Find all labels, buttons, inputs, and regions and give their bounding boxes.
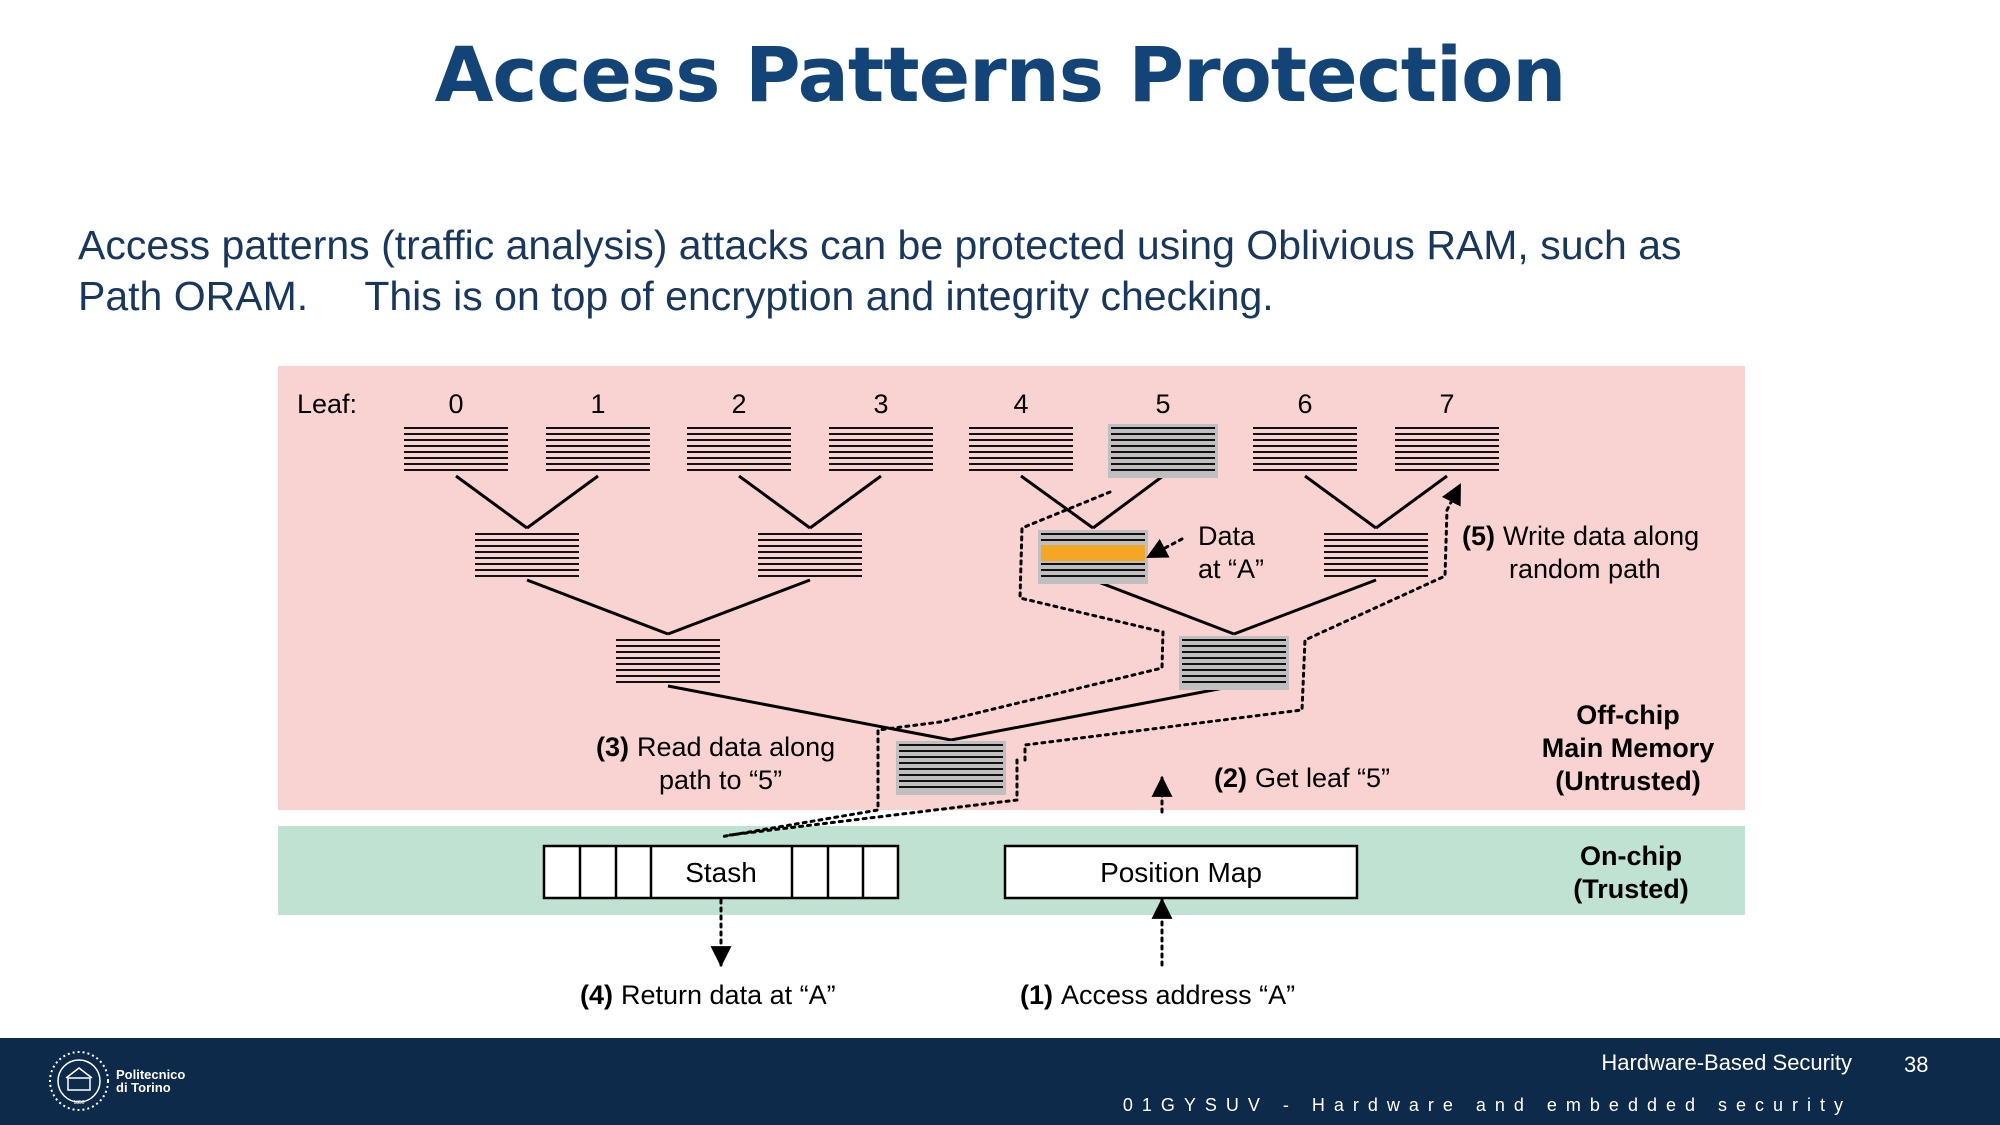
bucket — [1108, 424, 1218, 478]
step-5-number: (5) — [1462, 521, 1495, 551]
step-3-label-line-2: path to “5” — [659, 765, 782, 795]
offchip-label-line-3: (Untrusted) — [1555, 766, 1700, 796]
leaf-number: 7 — [1439, 389, 1454, 419]
offchip-label-line-1: Off-chip — [1576, 700, 1679, 730]
step-5-text: Write data along — [1503, 521, 1699, 551]
data-a-label-line-2: at “A” — [1198, 554, 1264, 584]
step-2-text: Get leaf “5” — [1255, 763, 1390, 793]
step-1-label: (1) Access address “A” — [1020, 980, 1295, 1010]
data-a-block — [1041, 545, 1145, 561]
leaf-label: Leaf: — [297, 389, 357, 419]
bucket — [896, 741, 1006, 795]
step-3-text: Read data along — [637, 732, 835, 762]
bucket — [1179, 636, 1289, 690]
stash-box: Stash — [542, 844, 900, 900]
step-2-label: (2) Get leaf “5” — [1214, 763, 1390, 793]
onchip-label-line-2: (Trusted) — [1573, 874, 1689, 904]
offchip-label-line-2: Main Memory — [1542, 733, 1715, 763]
position-map-box: Position Map — [1003, 844, 1359, 900]
leaf-number: 3 — [873, 389, 888, 419]
leaf-number: 2 — [731, 389, 746, 419]
page-number: 38 — [1904, 1052, 1929, 1077]
step-4-label: (4) Return data at “A” — [580, 980, 836, 1010]
stash-label: Stash — [685, 857, 757, 888]
onchip-label-line-1: On-chip — [1580, 841, 1682, 871]
leaf-number: 5 — [1155, 389, 1170, 419]
step-4-number: (4) — [580, 980, 613, 1010]
step-4-text: Return data at “A” — [621, 980, 836, 1010]
logo-text: Politecnico di Torino — [116, 1068, 185, 1094]
course-title: Hardware-Based Security — [1601, 1050, 1852, 1075]
step-2-number: (2) — [1214, 763, 1247, 793]
step-1-number: (1) — [1020, 980, 1053, 1010]
university-logo-icon: 1859 — [49, 1051, 109, 1111]
leaf-number: 1 — [590, 389, 605, 419]
untrusted-region — [278, 366, 1745, 810]
data-a-label-line-1: Data — [1198, 521, 1256, 551]
course-subtitle: 01GYSUV - Hardware and embedded security — [1122, 1095, 1852, 1115]
step-1-text: Access address “A” — [1061, 980, 1295, 1010]
leaf-number: 4 — [1013, 389, 1028, 419]
step-3-number: (3) — [596, 732, 629, 762]
logo-year: 1859 — [73, 1100, 84, 1106]
step-5-label-line-2: random path — [1509, 554, 1661, 584]
leaf-number: 6 — [1297, 389, 1312, 419]
logo-text-line-2: di Torino — [116, 1080, 171, 1095]
path-oram-diagram: Leaf: 0 1 2 3 4 5 6 7 Data at “A” (5) Write data… — [278, 366, 1745, 1010]
slide-footer: 1859 Politecnico di Torino Hardware-Base… — [0, 1038, 2000, 1125]
leaf-number: 0 — [448, 389, 463, 419]
position-map-label: Position Map — [1100, 857, 1262, 888]
